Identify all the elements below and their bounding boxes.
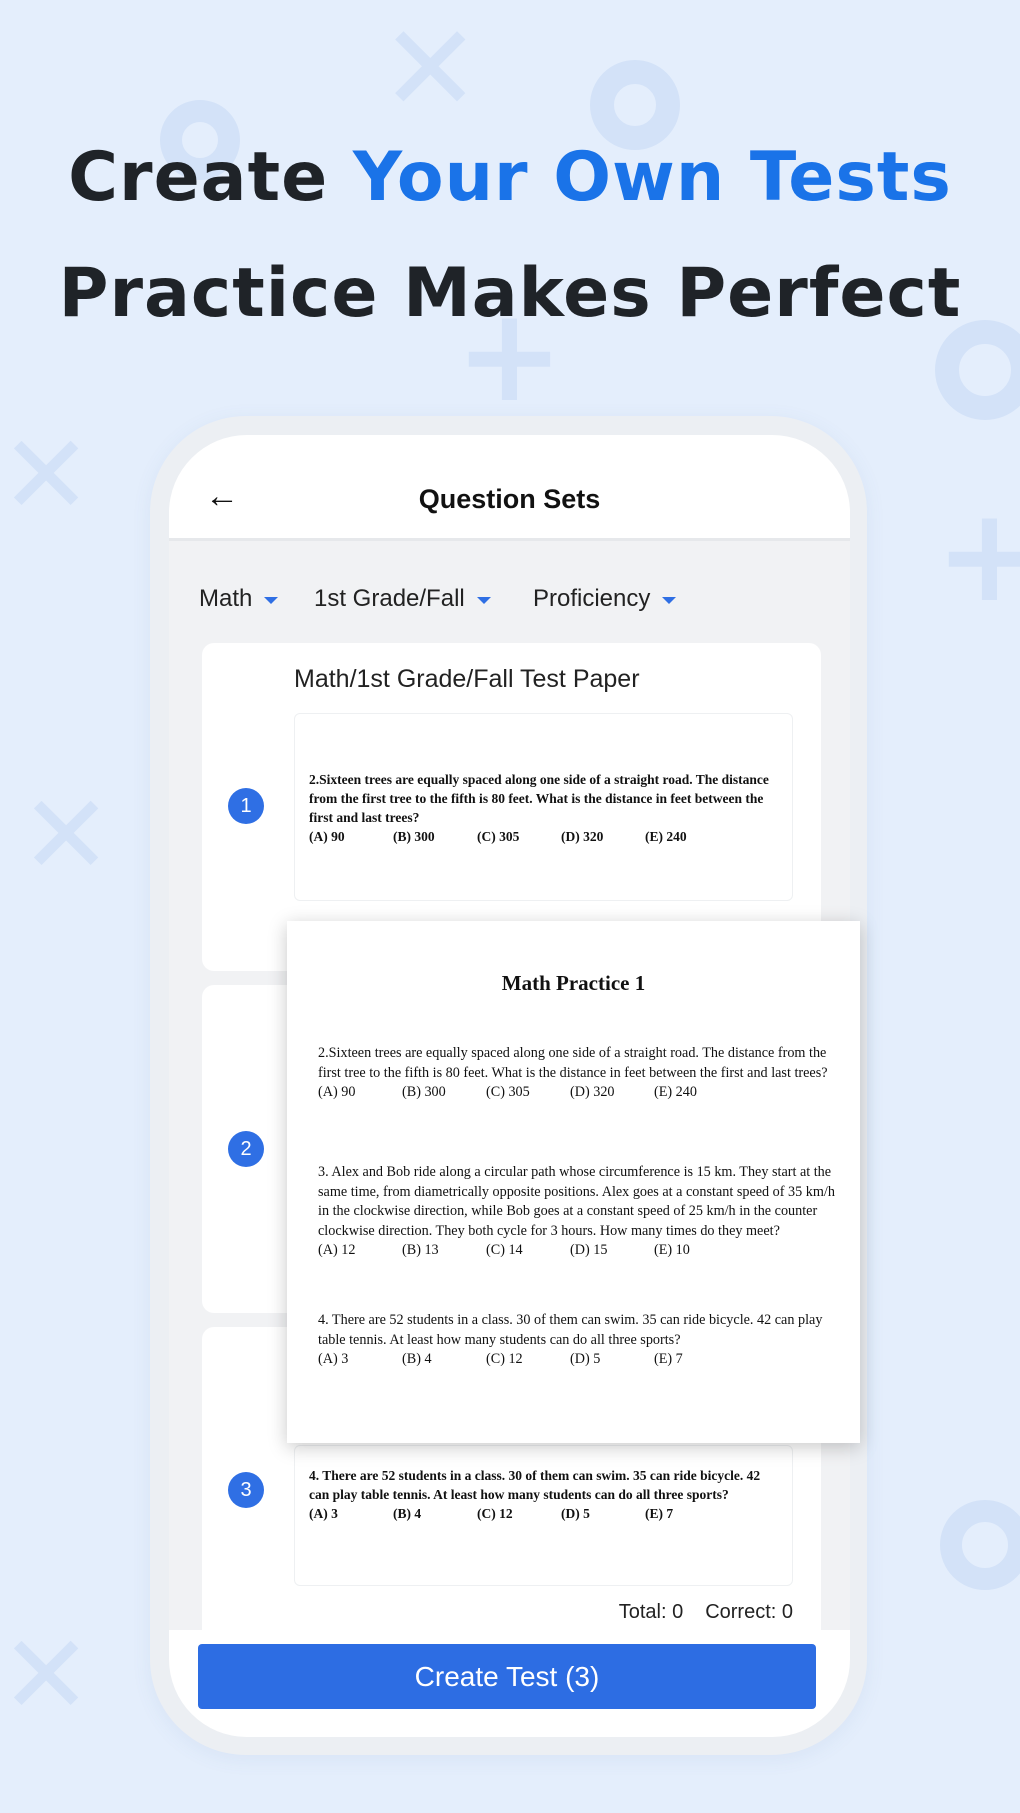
preview-question: 4. There are 52 students in a class. 30 … (318, 1311, 838, 1370)
question-text: 4. There are 52 students in a class. 30 … (309, 1468, 761, 1502)
option: (E) 7 (645, 1506, 674, 1521)
correct-count: Correct: 0 (705, 1601, 793, 1623)
score-summary: Total: 0 Correct: 0 (597, 1601, 793, 1624)
caret-down-icon (662, 597, 677, 604)
x-shape-icon: ✕ (380, 0, 481, 139)
caret-down-icon (476, 597, 491, 604)
question-text: 4. There are 52 students in a class. 30 … (318, 1312, 823, 1348)
question-text: 2.Sixteen trees are equally spaced along… (309, 772, 769, 825)
option: (B) 4 (393, 1506, 422, 1521)
question-image: 4. There are 52 students in a class. 30 … (294, 1445, 793, 1586)
filter-grade[interactable]: 1st Grade/Fall (314, 585, 491, 613)
option: (B) 13 (402, 1242, 439, 1258)
option: (E) 10 (654, 1242, 690, 1258)
option: (C) 305 (486, 1084, 530, 1100)
answer-options: (A) 90 (B) 300 (C) 305 (D) 320 (E) 240 (309, 827, 778, 846)
filter-subject[interactable]: Math (199, 585, 279, 613)
circle-shape-icon (940, 1500, 1020, 1590)
option: (D) 5 (561, 1506, 590, 1521)
page-title: Question Sets (418, 484, 601, 514)
option: (A) 12 (318, 1242, 356, 1258)
option: (C) 12 (486, 1351, 523, 1367)
option: (C) 14 (486, 1242, 523, 1258)
preview-question: 3. Alex and Bob ride along a circular pa… (318, 1163, 838, 1261)
plus-shape-icon: + (935, 479, 1020, 631)
answer-options: (A) 90 (B) 300 (C) 305 (D) 320 (E) 240 (318, 1083, 838, 1103)
option: (A) 3 (318, 1351, 349, 1367)
option: (E) 7 (654, 1351, 683, 1367)
headline-line2: Practice Makes Perfect (58, 254, 962, 333)
preview-question: 2.Sixteen trees are equally spaced along… (318, 1044, 838, 1103)
x-shape-icon: ✕ (0, 1611, 93, 1739)
question-text: 2.Sixteen trees are equally spaced along… (318, 1045, 828, 1081)
option: (A) 90 (309, 829, 345, 844)
option: (D) 15 (570, 1242, 608, 1258)
answer-options: (A) 12 (B) 13 (C) 14 (D) 15 (E) 10 (318, 1241, 838, 1261)
headline-prefix: Create (68, 138, 353, 217)
filter-label: Proficiency (533, 585, 651, 612)
option: (A) 90 (318, 1084, 356, 1100)
card-title: Math/1st Grade/Fall Test Paper (294, 665, 640, 693)
option: (B) 4 (402, 1351, 432, 1367)
question-number-badge: 3 (228, 1472, 264, 1508)
option: (E) 240 (645, 829, 687, 844)
option: (C) 305 (477, 829, 520, 844)
question-number-badge: 1 (228, 788, 264, 824)
option: (B) 300 (393, 829, 435, 844)
question-image: 2.Sixteen trees are equally spaced along… (294, 713, 793, 901)
option: (D) 320 (561, 829, 604, 844)
answer-options: (A) 3 (B) 4 (C) 12 (D) 5 (E) 7 (318, 1350, 838, 1370)
headline-line1: Create Your Own Tests (0, 138, 1020, 217)
option: (D) 320 (570, 1084, 615, 1100)
circle-shape-icon (590, 60, 680, 150)
filter-label: 1st Grade/Fall (314, 585, 465, 612)
option: (D) 5 (570, 1351, 601, 1367)
total-count: Total: 0 (618, 1601, 684, 1623)
x-shape-icon: ✕ (0, 411, 93, 539)
filter-level[interactable]: Proficiency (533, 585, 677, 613)
headline-accent: Your Own Tests (352, 138, 952, 217)
answer-options: (A) 3 (B) 4 (C) 12 (D) 5 (E) 7 (309, 1504, 778, 1523)
filter-label: Math (199, 585, 253, 612)
option: (E) 240 (654, 1084, 697, 1100)
top-bar: ← Question Sets (169, 435, 850, 541)
option: (C) 12 (477, 1506, 513, 1521)
option: (B) 300 (402, 1084, 446, 1100)
test-preview-popup: Math Practice 1 2.Sixteen trees are equa… (287, 921, 860, 1443)
question-text: 3. Alex and Bob ride along a circular pa… (318, 1164, 835, 1239)
question-number-badge: 2 (228, 1131, 264, 1167)
circle-shape-icon (935, 320, 1020, 420)
option: (A) 3 (309, 1506, 338, 1521)
x-shape-icon: ✕ (20, 771, 113, 899)
create-test-button[interactable]: Create Test (3) (198, 1644, 816, 1709)
popup-title: Math Practice 1 (501, 971, 646, 995)
caret-down-icon (264, 597, 279, 604)
